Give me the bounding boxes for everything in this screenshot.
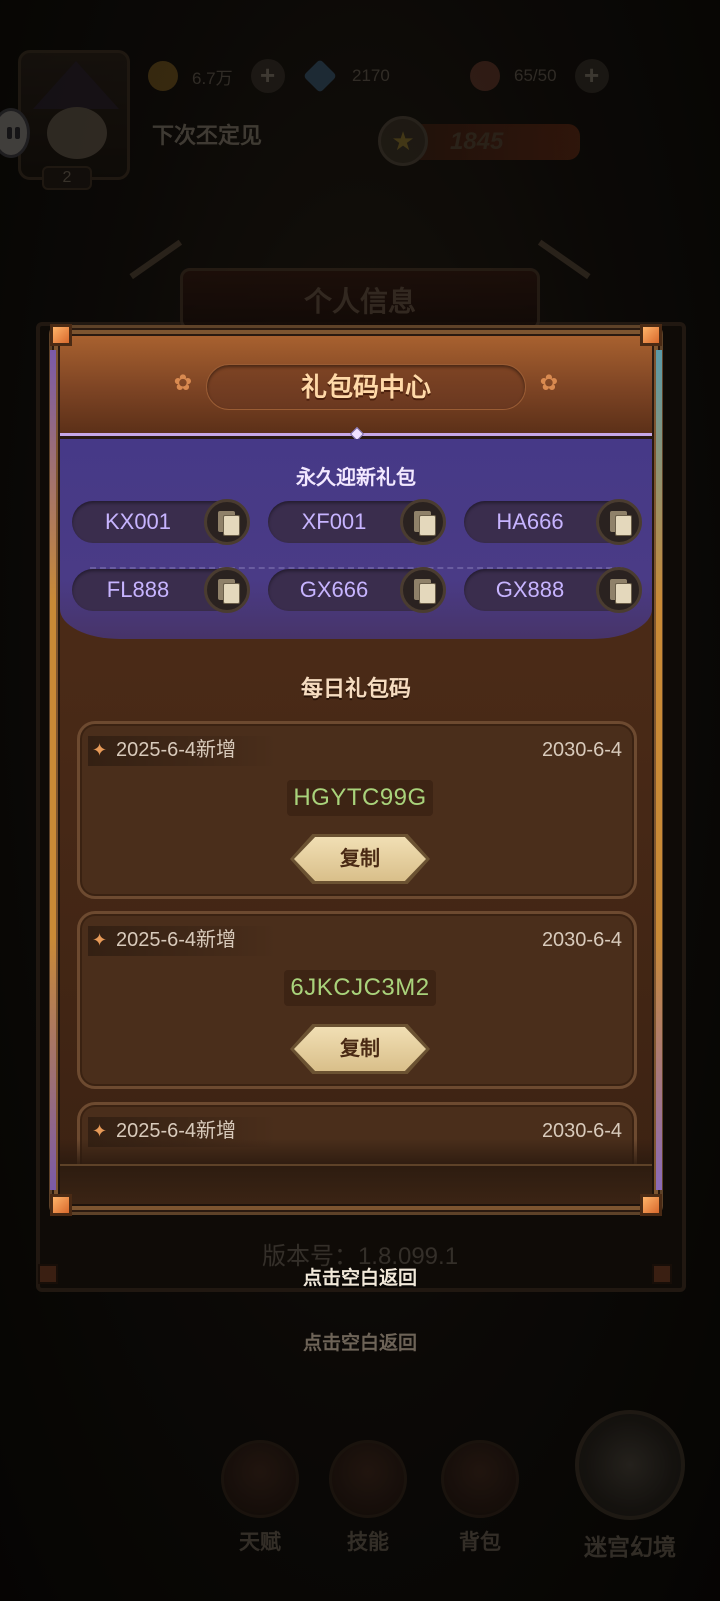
permanent-code: FL888 [106, 577, 170, 602]
corner-gem-icon [640, 1194, 662, 1216]
daily-code-card: ✦ 2025-6-4新增 2030-6-4 6JKCJC3M2 复制 [77, 911, 637, 1089]
copy-icon[interactable] [204, 499, 250, 545]
corner-gem-icon [50, 324, 72, 346]
copy-button[interactable]: 复制 [290, 1024, 430, 1074]
code-expire-date: 2030-6-4 [541, 739, 622, 761]
permanent-code-item: GX666 [268, 567, 446, 613]
permanent-code: XF001 [301, 509, 367, 534]
daily-code-card: ✦ 2025-6-4新增 2030-6-4 HGYTC99G 复制 [77, 721, 637, 899]
daily-code: HGYTC99G [287, 780, 433, 816]
frame-edge [656, 350, 662, 1190]
copy-icon[interactable] [596, 499, 642, 545]
copy-icon[interactable] [204, 567, 250, 613]
gift-code-modal: 礼包码中心 ✿ ✿ 永久迎新礼包 KX001 XF001 HA666 FL888 [50, 324, 662, 1216]
copy-icon[interactable] [400, 567, 446, 613]
permanent-code-item: FL888 [72, 567, 250, 613]
modal-footer [60, 1164, 652, 1204]
daily-code: 6JKCJC3M2 [284, 970, 436, 1006]
permanent-gift-title: 永久迎新礼包 [296, 467, 416, 489]
daily-code-wrapper: HGYTC99G [80, 780, 640, 816]
modal-scroll-area[interactable]: 永久迎新礼包 KX001 XF001 HA666 FL888 GX666 GX8… [60, 439, 652, 1164]
permanent-code: KX001 [104, 509, 172, 534]
daily-gift-title: 每日礼包码 [300, 676, 411, 701]
frame-edge [50, 350, 56, 1190]
permanent-gift-section: 永久迎新礼包 KX001 XF001 HA666 FL888 GX666 GX8… [60, 439, 652, 639]
sparkle-icon: ✦ [92, 740, 108, 760]
copy-icon[interactable] [400, 499, 446, 545]
tap-to-return-button[interactable]: 点击空白返回 [0, 1263, 720, 1290]
permanent-code-item: KX001 [72, 499, 250, 545]
modal-title: 礼包码中心 [300, 372, 431, 402]
permanent-code-item: HA666 [464, 499, 642, 545]
permanent-code: GX666 [299, 577, 369, 602]
scroll-fade [60, 1139, 652, 1164]
code-expire-date: 2030-6-4 [541, 929, 622, 951]
star-ornament-icon: ✿ [539, 370, 559, 395]
star-ornament-icon: ✿ [173, 370, 193, 395]
code-added-date: 2025-6-4新增 [116, 739, 237, 761]
permanent-code: GX888 [495, 577, 565, 602]
copy-button[interactable]: 复制 [290, 834, 430, 884]
permanent-code-item: GX888 [464, 567, 642, 613]
corner-gem-icon [640, 324, 662, 346]
corner-gem-icon [50, 1194, 72, 1216]
tap-to-return-hint: 点击空白返回 [302, 1333, 417, 1354]
sparkle-icon: ✦ [92, 930, 108, 950]
copy-button-label: 复制 [340, 848, 380, 870]
permanent-code: HA666 [496, 509, 564, 534]
copy-icon[interactable] [596, 567, 642, 613]
permanent-code-item: XF001 [268, 499, 446, 545]
modal-header: 礼包码中心 ✿ ✿ [60, 336, 652, 442]
daily-code-wrapper: 6JKCJC3M2 [80, 970, 640, 1006]
code-added-date: 2025-6-4新增 [116, 929, 237, 951]
copy-button-label: 复制 [340, 1038, 380, 1060]
